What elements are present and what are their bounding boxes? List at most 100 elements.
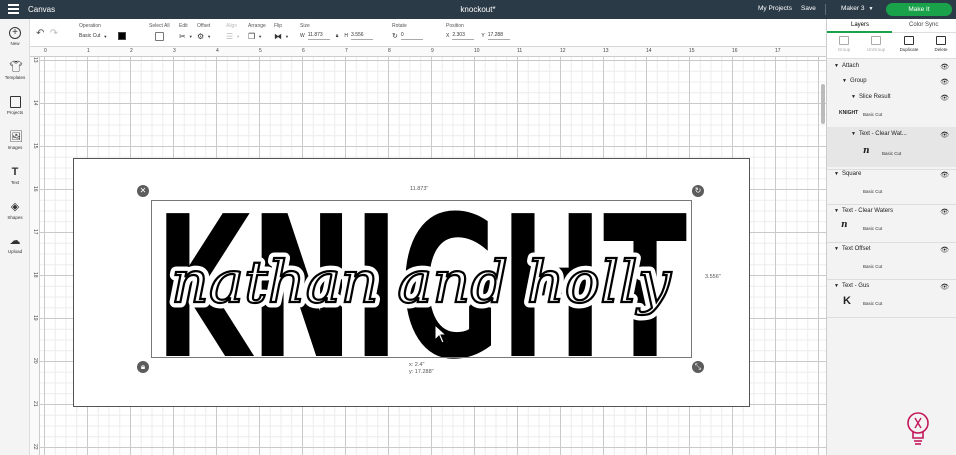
- lock-ratio-icon[interactable]: 🔒︎: [336, 33, 339, 39]
- ruler-top-tick: 3: [173, 48, 176, 54]
- caret-down-icon[interactable]: ▼: [851, 131, 856, 137]
- my-projects-link[interactable]: My Projects: [758, 5, 792, 12]
- scissors-icon[interactable]: ✂: [179, 32, 186, 41]
- rotate-group: Rotate ↻ 0: [392, 23, 423, 40]
- caret-down-icon[interactable]: ▼: [842, 78, 847, 84]
- caret-down-icon[interactable]: ▼: [834, 171, 839, 177]
- ruler-top-tick: 1: [87, 48, 90, 54]
- rotate-handle-icon[interactable]: ↻: [692, 185, 704, 197]
- ruler-top-tick: 2: [130, 48, 133, 54]
- left-sidebar: + New 👕︎ Templates Projects 🖼︎ Images T …: [0, 19, 30, 455]
- caret-down-icon[interactable]: ▼: [834, 208, 839, 214]
- eye-icon[interactable]: 👁︎: [940, 131, 949, 139]
- text-clear-waters-thumbnail: n: [841, 220, 848, 230]
- eye-icon[interactable]: 👁︎: [940, 246, 949, 254]
- caret-down-icon[interactable]: ▼: [834, 283, 839, 289]
- ruler-left-tick: 13: [32, 57, 38, 63]
- make-it-button[interactable]: Make It: [886, 3, 952, 16]
- layer-divider: [827, 279, 956, 280]
- layer-text-clear-water[interactable]: ▼ Text - Clear Wat... 👁︎ n Basic Cut: [827, 127, 956, 167]
- position-readout-x: x: 2.4": [409, 362, 425, 368]
- ruler-top-tick: 13: [603, 48, 609, 54]
- sidebar-item-new[interactable]: + New: [0, 27, 30, 46]
- ruler-top-tick: 17: [775, 48, 781, 54]
- ungroup-button[interactable]: UnGroup: [860, 36, 892, 52]
- pos-x-input[interactable]: 2.303: [452, 32, 475, 40]
- sidebar-item-upload[interactable]: ☁ Upload: [0, 235, 30, 254]
- sidebar-item-images[interactable]: 🖼︎ Images: [0, 131, 30, 150]
- caret-down-icon[interactable]: ▼: [834, 63, 839, 69]
- eye-icon[interactable]: 👁︎: [940, 171, 949, 179]
- flip-group: Flip ⧓ ▼: [274, 23, 289, 41]
- arrange-icon[interactable]: ❐: [248, 32, 255, 41]
- save-button[interactable]: Save: [801, 5, 816, 12]
- ruler-left: 13 14 15 16 17 18 19 20 21 22: [30, 57, 40, 455]
- sidebar-item-shapes[interactable]: ◈ Shapes: [0, 201, 30, 220]
- layer-divider: [827, 242, 956, 243]
- machine-select[interactable]: Maker 3 ▼: [841, 5, 873, 12]
- layer-divider: [827, 317, 956, 318]
- eye-icon[interactable]: 👁︎: [940, 78, 949, 86]
- flip-icon[interactable]: ⧓: [274, 32, 282, 41]
- caret-down-icon[interactable]: ▼: [851, 94, 856, 100]
- ungroup-icon: [871, 36, 881, 45]
- group-button[interactable]: Group: [828, 36, 860, 52]
- eye-icon[interactable]: 👁︎: [940, 283, 949, 291]
- layer-group-label: Group: [849, 78, 867, 84]
- operation-select[interactable]: Basic Cut: [79, 33, 100, 39]
- ruler-top-tick: 14: [646, 48, 652, 54]
- ruler-left-tick: 20: [32, 358, 38, 364]
- upload-icon: ☁: [9, 235, 21, 247]
- eye-icon[interactable]: 👁︎: [940, 94, 949, 102]
- position-readout-y: y: 17.288": [409, 369, 434, 375]
- color-swatch[interactable]: [118, 32, 127, 40]
- cricut-design-space-window: Canvas knockout* My Projects Save Maker …: [0, 0, 956, 455]
- redo-icon[interactable]: ↷: [50, 28, 58, 39]
- tab-layers[interactable]: Layers: [851, 22, 869, 28]
- ruler-top-tick: 11: [517, 48, 523, 54]
- rotate-input[interactable]: 0: [400, 32, 423, 40]
- delete-handle-icon[interactable]: ✕: [137, 185, 149, 197]
- canvas-scrollbar[interactable]: [821, 84, 825, 124]
- sidebar-item-label: Text: [10, 180, 20, 185]
- panel-tabs: Layers Color Sync: [827, 19, 956, 33]
- shirt-icon: 👕︎: [9, 61, 23, 73]
- height-input[interactable]: 3.556: [351, 32, 374, 40]
- square-operation: Basic Cut: [863, 189, 883, 194]
- resize-handle-icon[interactable]: ⤡: [692, 361, 704, 373]
- offset-icon[interactable]: ⚙: [197, 32, 204, 41]
- sidebar-item-templates[interactable]: 👕︎ Templates: [0, 61, 30, 80]
- ruler-left-tick: 14: [32, 100, 38, 106]
- design-canvas[interactable]: 11.873" KNIGHT nathan and holly nathan a…: [40, 57, 826, 455]
- layer-divider: [827, 169, 956, 170]
- select-all-icon[interactable]: [155, 32, 164, 41]
- ruler-top-tick: 9: [431, 48, 434, 54]
- delete-button-label: Delete: [934, 47, 948, 52]
- pos-y-input[interactable]: 17.288: [487, 32, 510, 40]
- eye-icon[interactable]: 👁︎: [940, 63, 949, 71]
- ruler-left-tick: 15: [32, 143, 38, 149]
- operation-group: Operation Basic Cut ▼: [79, 23, 127, 40]
- align-icon[interactable]: ☰: [226, 32, 233, 41]
- offset-group: Offset ⚙ ▼: [197, 23, 211, 41]
- image-icon: 🖼︎: [9, 131, 23, 143]
- sidebar-item-projects[interactable]: Projects: [0, 96, 30, 115]
- sidebar-item-text[interactable]: T Text: [0, 166, 30, 185]
- machine-select-label: Maker 3: [841, 5, 865, 12]
- layer-attach-label: Attach: [841, 63, 859, 69]
- height-label: H: [344, 33, 349, 39]
- eye-icon[interactable]: 👁︎: [940, 208, 949, 216]
- width-input[interactable]: 11.873: [307, 32, 330, 40]
- undo-icon[interactable]: ↶: [36, 28, 44, 39]
- width-label: W: [300, 33, 305, 39]
- offset-label: Offset: [197, 23, 211, 29]
- tab-color-sync[interactable]: Color Sync: [909, 22, 938, 28]
- delete-button[interactable]: Delete: [925, 36, 956, 52]
- duplicate-button[interactable]: Duplicate: [893, 36, 925, 52]
- text-icon: T: [11, 166, 19, 178]
- lock-handle-icon[interactable]: 🔒︎: [137, 361, 149, 373]
- align-label: Align: [226, 23, 238, 29]
- size-group: Size W 11.873 🔒︎ H 3.556: [300, 23, 374, 40]
- caret-down-icon[interactable]: ▼: [834, 246, 839, 252]
- duplicate-button-label: Duplicate: [899, 47, 919, 52]
